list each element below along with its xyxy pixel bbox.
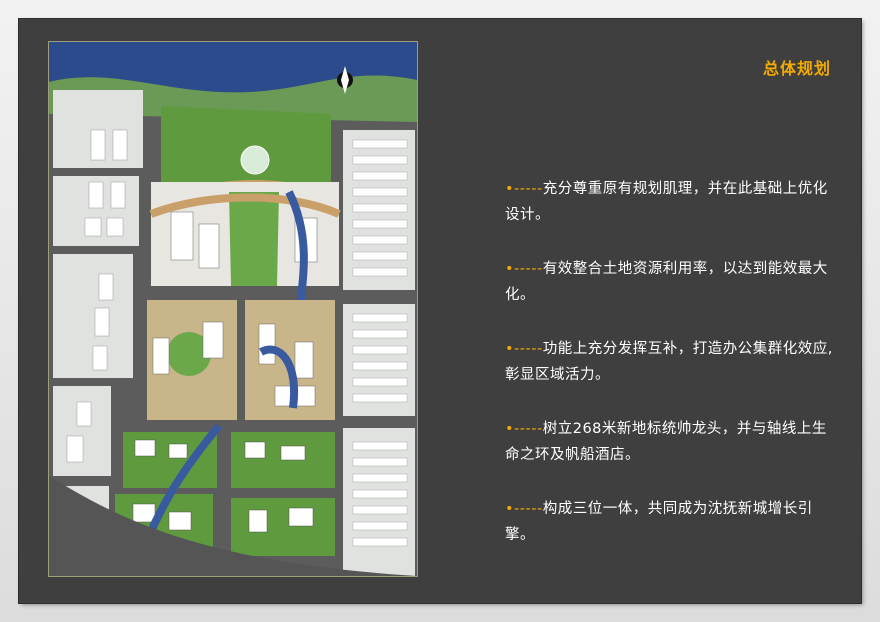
bullet-list: •-----充分尊重原有规划肌理，并在此基础上优化设计。 •-----有效整合土…	[505, 176, 835, 576]
slide-frame: 总体规划 •-----充分尊重原有规划肌理，并在此基础上优化设计。 •-----…	[0, 0, 880, 622]
bullet-item: •-----构成三位一体，共同成为沈抚新城增长引擎。	[505, 496, 835, 548]
bullet-text: 构成三位一体，共同成为沈抚新城增长引擎。	[505, 501, 813, 543]
bullet-marker: •-----	[505, 501, 543, 517]
slide-panel: 总体规划 •-----充分尊重原有规划肌理，并在此基础上优化设计。 •-----…	[19, 19, 861, 603]
slide-title: 总体规划	[762, 59, 831, 78]
bullet-marker: •-----	[505, 181, 543, 197]
master-plan-drawing	[49, 42, 417, 576]
bullet-marker: •-----	[505, 341, 543, 357]
master-plan-image	[48, 41, 418, 577]
bullet-text: 树立268米新地标统帅龙头，并与轴线上生命之环及帆船酒店。	[505, 421, 827, 463]
bullet-text: 有效整合土地资源利用率，以达到能效最大化。	[505, 261, 828, 303]
bullet-item: •-----充分尊重原有规划肌理，并在此基础上优化设计。	[505, 176, 835, 228]
bullet-item: •-----功能上充分发挥互补，打造办公集群化效应,彰显区域活力。	[505, 336, 835, 388]
bullet-marker: •-----	[505, 261, 543, 277]
bullet-text: 功能上充分发挥互补，打造办公集群化效应,彰显区域活力。	[505, 341, 833, 383]
bullet-item: •-----树立268米新地标统帅龙头，并与轴线上生命之环及帆船酒店。	[505, 416, 835, 468]
bullet-text: 充分尊重原有规划肌理，并在此基础上优化设计。	[505, 181, 828, 223]
bullet-item: •-----有效整合土地资源利用率，以达到能效最大化。	[505, 256, 835, 308]
bullet-marker: •-----	[505, 421, 543, 437]
